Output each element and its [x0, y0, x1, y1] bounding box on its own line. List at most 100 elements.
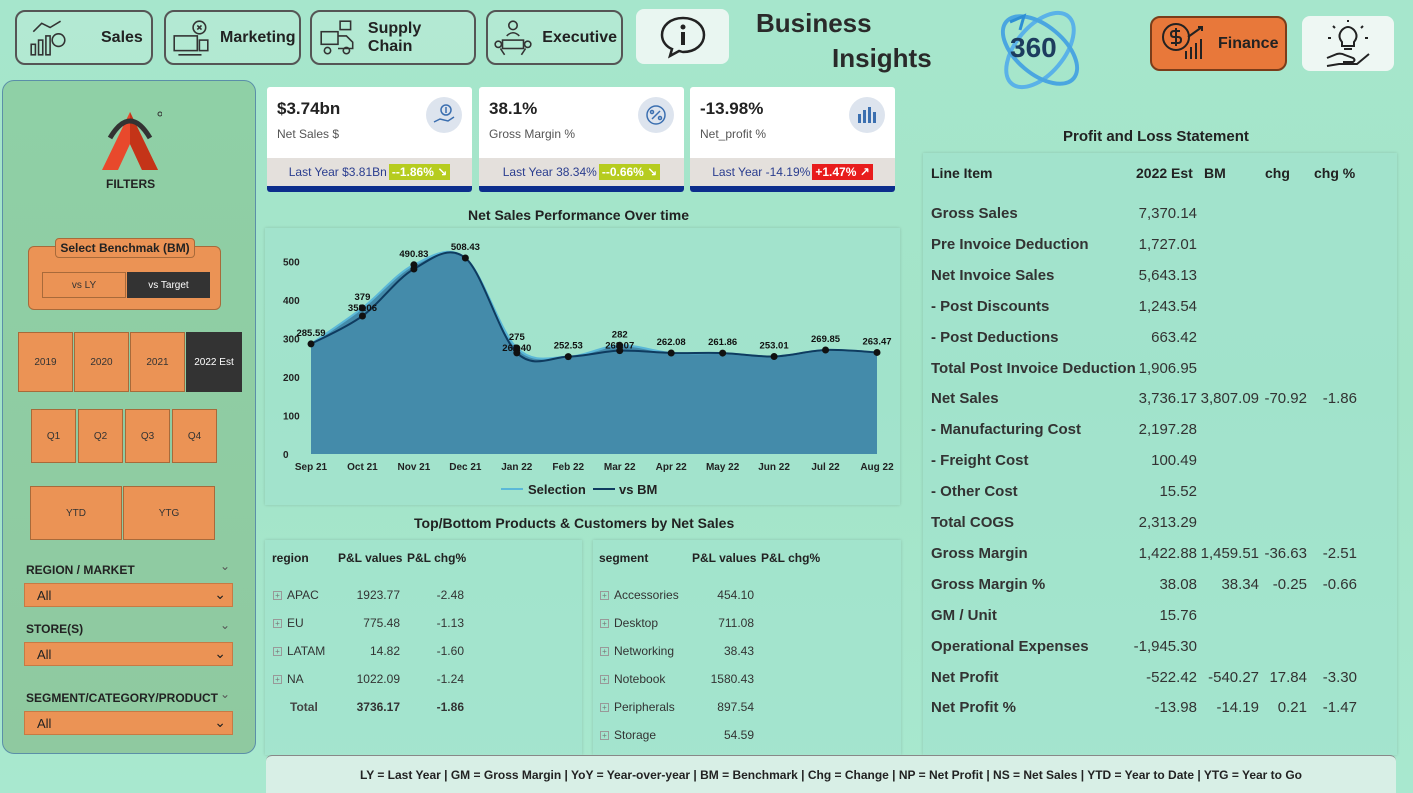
- nav-executive-label: Executive: [542, 28, 617, 46]
- quarter-q4[interactable]: Q4: [172, 409, 217, 463]
- nav-supply-chain-label: Supply Chain: [367, 19, 422, 55]
- pl-value: 0.21: [1277, 699, 1307, 717]
- pl-chg-header: P&L chg%: [761, 551, 821, 565]
- year-2022-est[interactable]: 2022 Est: [186, 332, 242, 392]
- nav-sales-button[interactable]: Sales: [15, 10, 153, 65]
- total-value: 3736.17: [356, 700, 400, 714]
- table-cell: 1022.09: [356, 672, 400, 686]
- expand-icon[interactable]: +: [273, 591, 282, 601]
- table-cell: -1.24: [436, 672, 464, 686]
- year-2020[interactable]: 2020: [74, 332, 129, 392]
- table-row-label[interactable]: + NA: [273, 672, 304, 686]
- pl-line-item: Net Profit: [931, 668, 999, 686]
- kpi-value: -13.98%: [700, 99, 764, 118]
- pl-value: -540.27: [1208, 668, 1259, 686]
- table-row-label[interactable]: + Peripherals: [600, 700, 675, 714]
- ideas-button[interactable]: [1302, 16, 1394, 71]
- pl-value: -2.51: [1322, 544, 1357, 562]
- x-tick-label: Nov 21: [398, 462, 431, 473]
- table-cell: 54.59: [723, 728, 754, 742]
- pl-line-item: Pre Invoice Deduction: [931, 235, 1089, 253]
- chevron-down-icon: ⌄: [214, 645, 226, 661]
- x-tick-label: Oct 21: [347, 462, 378, 473]
- data-label: 379: [355, 292, 371, 303]
- pl-line-item: Gross Margin: [931, 544, 1028, 562]
- data-label: 508.43: [451, 242, 480, 253]
- nav-supply-chain-button[interactable]: Supply Chain: [310, 10, 476, 65]
- kpi-change-badge: --0.66% ↘: [598, 164, 661, 180]
- expand-icon[interactable]: +: [600, 731, 609, 741]
- table-row-label[interactable]: + Storage: [600, 728, 656, 742]
- pl-header-2022: 2022 Est: [1136, 165, 1193, 181]
- chevron-down-icon[interactable]: ⌄: [220, 618, 230, 632]
- data-label: 285.59: [296, 328, 325, 339]
- data-label: 282: [612, 329, 628, 340]
- pl-row: Gross Margin 1,422.88 1,459.51 -36.63 -2.51: [923, 545, 1397, 575]
- nav-executive-button[interactable]: Executive: [486, 10, 623, 65]
- table-cell: 454.10: [717, 588, 754, 602]
- segment-filter-select[interactable]: All ⌄: [24, 711, 233, 735]
- region-filter-value: All: [37, 588, 52, 603]
- benchmark-option-target[interactable]: vs Target: [127, 272, 210, 298]
- pl-statement-table: Line Item 2022 Est BM chg chg % Gross Sa…: [923, 153, 1397, 755]
- handshake-chart-icon: [27, 16, 69, 60]
- pl-row: Operational Expenses -1,945.30: [923, 638, 1397, 668]
- table-row-label[interactable]: + APAC: [273, 588, 319, 602]
- net-sales-chart: 0 100 200 300 400 500 285.59 379 358.06 490.83 508…: [265, 228, 900, 505]
- x-tick-label: Apr 22: [656, 462, 688, 473]
- table-row-label[interactable]: + Notebook: [600, 672, 665, 686]
- data-point: [719, 349, 727, 357]
- nav-finance-button[interactable]: Finance: [1150, 16, 1287, 71]
- year-2021[interactable]: 2021: [130, 332, 185, 392]
- table-row-label[interactable]: + Networking: [600, 644, 674, 658]
- segment-name: Networking: [614, 644, 675, 658]
- expand-icon[interactable]: +: [273, 647, 282, 657]
- segment-table: segment P&L values P&L chg% + Accessories…: [593, 540, 901, 755]
- pl-line-item: Total Post Invoice Deduction: [931, 359, 1136, 377]
- logo-360: 360: [990, 2, 1090, 98]
- expand-icon[interactable]: +: [600, 703, 609, 713]
- pl-value: 1,906.95: [1138, 359, 1197, 377]
- expand-icon[interactable]: +: [273, 619, 282, 629]
- pl-value: 1,422.88: [1138, 544, 1197, 562]
- period-ytg[interactable]: YTG: [123, 486, 215, 540]
- info-button[interactable]: [636, 9, 729, 64]
- store-filter-select[interactable]: All ⌄: [24, 642, 233, 666]
- lightbulb-hand-icon: [1326, 19, 1370, 67]
- data-label: 490.83: [399, 249, 428, 260]
- chevron-down-icon[interactable]: ⌄: [220, 559, 230, 573]
- period-ytd[interactable]: YTD: [30, 486, 122, 540]
- expand-icon[interactable]: +: [600, 675, 609, 685]
- table-row-label[interactable]: + Accessories: [600, 588, 679, 602]
- pl-value: 2,313.29: [1138, 514, 1197, 531]
- pl-line-item: Net Sales: [931, 390, 999, 408]
- pl-line-item: Net Profit %: [931, 699, 1017, 717]
- y-tick-label: 100: [283, 411, 300, 422]
- table-cell: 711.08: [718, 616, 754, 630]
- y-tick-label: 200: [283, 373, 300, 384]
- table-row-label[interactable]: + LATAM: [273, 644, 325, 658]
- table-row-label[interactable]: + Desktop: [600, 616, 658, 630]
- benchmark-option-ly[interactable]: vs LY: [42, 272, 126, 298]
- total-chg: -1.86: [436, 700, 464, 714]
- pl-line-item: - Other Cost: [931, 483, 1018, 501]
- quarter-q3[interactable]: Q3: [125, 409, 170, 463]
- data-label: 358.06: [348, 303, 377, 314]
- chevron-down-icon[interactable]: ⌄: [220, 687, 230, 701]
- x-tick-label: Sep 21: [295, 462, 328, 473]
- quarter-q1[interactable]: Q1: [31, 409, 76, 463]
- quarter-q2[interactable]: Q2: [78, 409, 123, 463]
- nav-marketing-button[interactable]: Marketing: [164, 10, 301, 65]
- pl-value: -70.92: [1264, 390, 1307, 408]
- pl-value: 100.49: [1151, 452, 1197, 470]
- filters-label: FILTERS: [106, 177, 156, 191]
- region-filter-select[interactable]: All ⌄: [24, 583, 233, 607]
- expand-icon[interactable]: +: [600, 619, 609, 629]
- expand-icon[interactable]: +: [600, 591, 609, 601]
- expand-icon[interactable]: +: [273, 675, 282, 685]
- expand-icon[interactable]: +: [600, 647, 609, 657]
- year-2019[interactable]: 2019: [18, 332, 73, 392]
- pl-value: -13.98: [1154, 699, 1197, 717]
- table-row-label[interactable]: + EU: [273, 616, 304, 630]
- pl-value: -0.66: [1322, 575, 1357, 593]
